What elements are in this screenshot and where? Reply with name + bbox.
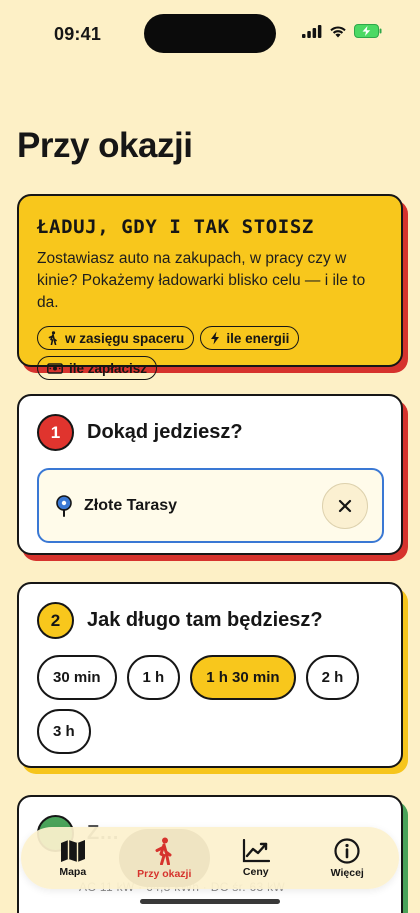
home-indicator: [140, 899, 280, 904]
map-icon: [60, 839, 85, 862]
step-number: 2: [37, 602, 74, 639]
battery-charging-icon: [354, 24, 382, 38]
step-number: 1: [37, 414, 74, 451]
step-header: 1 Dokąd jedziesz?: [37, 414, 383, 451]
walking-icon: [48, 331, 57, 345]
tab-map[interactable]: Mapa: [27, 829, 119, 887]
hero-title: Ładuj, gdy i tak stoisz: [37, 216, 314, 238]
destination-card: 1 Dokąd jedziesz? Złote Tarasy: [17, 394, 403, 555]
clear-destination-button[interactable]: [322, 482, 368, 529]
hero-description: Zostawiasz auto na zakupach, w pracy czy…: [37, 250, 366, 311]
destination-input[interactable]: Złote Tarasy: [37, 468, 384, 543]
status-icons: [302, 24, 382, 38]
duration-option-30min[interactable]: 30 min: [37, 655, 117, 700]
duration-option-1h30min[interactable]: 1 h 30 min: [190, 655, 296, 700]
wifi-icon: [330, 25, 346, 37]
status-time: 09:41: [54, 24, 102, 44]
walking-icon: [155, 837, 172, 865]
chip-label: ile energii: [226, 330, 290, 346]
banknote-icon: [47, 362, 63, 374]
chip-walking-range: w zasięgu spaceru: [37, 326, 195, 350]
chip-energy: ile energii: [200, 326, 300, 350]
location-pin-icon: [54, 494, 74, 517]
info-icon: [334, 837, 360, 864]
tab-prices[interactable]: Ceny: [210, 829, 302, 887]
tab-label: Przy okazji: [137, 867, 192, 880]
tab-przy-okazji[interactable]: Przy okazji: [118, 829, 210, 887]
duration-option-3h[interactable]: 3 h: [37, 709, 91, 754]
page-title: Przy okazji: [17, 126, 193, 165]
duration-option-1h[interactable]: 1 h: [126, 655, 181, 700]
chip-label: ile zapłacisz: [69, 360, 148, 376]
close-icon: [338, 499, 352, 512]
tab-label: Więcej: [330, 866, 364, 879]
chart-icon: [242, 838, 270, 862]
tab-bar: Mapa Przy okazji Ceny Więcej: [21, 827, 399, 889]
status-bar: 09:41: [0, 0, 420, 64]
duration-options: 30 min 1 h 1 h 30 min 2 h 3 h: [37, 655, 387, 754]
duration-option-2h[interactable]: 2 h: [305, 655, 360, 700]
step-title: Dokąd jedziesz?: [87, 421, 243, 443]
chip-cost: ile zapłacisz: [37, 356, 158, 380]
dynamic-island: [144, 14, 276, 53]
step-header: 2 Jak długo tam będziesz?: [37, 602, 383, 639]
lightning-icon: [211, 331, 220, 345]
chip-label: w zasięgu spaceru: [65, 330, 185, 346]
step-title: Jak długo tam będziesz?: [87, 609, 323, 631]
hero-card: Ładuj, gdy i tak stoisz Zostawiasz auto …: [17, 194, 403, 380]
tab-label: Mapa: [59, 865, 87, 878]
cellular-signal-icon: [302, 24, 322, 38]
destination-value[interactable]: Złote Tarasy: [84, 497, 322, 515]
duration-card: 2 Jak długo tam będziesz? 30 min 1 h 1 h…: [17, 582, 403, 768]
feature-chips: w zasięgu spaceru ile energii ile zapłac…: [37, 326, 337, 380]
tab-label: Ceny: [242, 865, 269, 878]
tab-more[interactable]: Więcej: [302, 829, 394, 887]
